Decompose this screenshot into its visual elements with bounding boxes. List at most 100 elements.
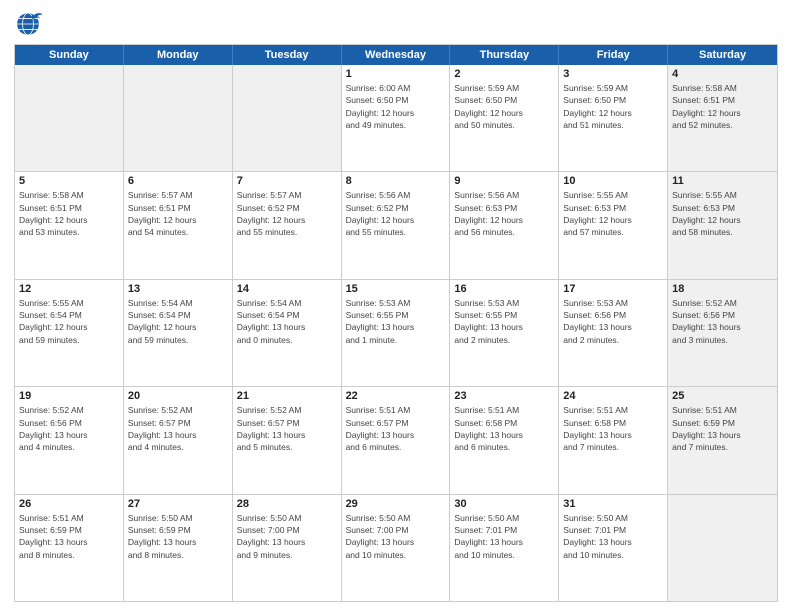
calendar-cell: 13 Sunrise: 5:54 AMSunset: 6:54 PMDayligh… [124,280,233,386]
calendar-cell: 30 Sunrise: 5:50 AMSunset: 7:01 PMDayligh… [450,495,559,601]
day-number: 21 [237,390,337,402]
calendar-cell: 20 Sunrise: 5:52 AMSunset: 6:57 PMDayligh… [124,387,233,493]
day-number: 18 [672,283,773,295]
day-number: 3 [563,68,663,80]
calendar-cell: 24 Sunrise: 5:51 AMSunset: 6:58 PMDayligh… [559,387,668,493]
day-info: Sunrise: 5:53 AMSunset: 6:55 PMDaylight:… [454,297,554,346]
day-number: 13 [128,283,228,295]
calendar-cell: 11 Sunrise: 5:55 AMSunset: 6:53 PMDayligh… [668,172,777,278]
calendar-cell: 18 Sunrise: 5:52 AMSunset: 6:56 PMDayligh… [668,280,777,386]
calendar-cell [15,65,124,171]
header [14,10,778,38]
day-info: Sunrise: 5:51 AMSunset: 6:58 PMDaylight:… [563,404,663,453]
day-number: 8 [346,175,446,187]
day-info: Sunrise: 5:51 AMSunset: 6:57 PMDaylight:… [346,404,446,453]
cal-header-cell: Thursday [450,45,559,65]
day-info: Sunrise: 5:52 AMSunset: 6:56 PMDaylight:… [19,404,119,453]
calendar-cell [233,65,342,171]
calendar-cell: 31Sunrise: 5:50 AMSunset: 7:01 PMDayligh… [559,495,668,601]
calendar-cell: 1 Sunrise: 6:00 AMSunset: 6:50 PMDaylight… [342,65,451,171]
calendar-cell: 23 Sunrise: 5:51 AMSunset: 6:58 PMDayligh… [450,387,559,493]
day-number: 10 [563,175,663,187]
day-number: 19 [19,390,119,402]
day-info: Sunrise: 5:52 AMSunset: 6:56 PMDaylight:… [672,297,773,346]
day-info: Sunrise: 5:51 AMSunset: 6:58 PMDaylight:… [454,404,554,453]
calendar-cell: 21 Sunrise: 5:52 AMSunset: 6:57 PMDayligh… [233,387,342,493]
day-number: 28 [237,498,337,510]
calendar-cell: 6Sunrise: 5:57 AMSunset: 6:51 PMDaylight… [124,172,233,278]
calendar-body: 1 Sunrise: 6:00 AMSunset: 6:50 PMDaylight… [15,65,777,601]
day-number: 4 [672,68,773,80]
day-number: 17 [563,283,663,295]
day-info: Sunrise: 5:53 AMSunset: 6:55 PMDaylight:… [346,297,446,346]
calendar-cell: 4 Sunrise: 5:58 AMSunset: 6:51 PMDaylight… [668,65,777,171]
calendar-cell: 2 Sunrise: 5:59 AMSunset: 6:50 PMDaylight… [450,65,559,171]
calendar-row: 5Sunrise: 5:58 AMSunset: 6:51 PMDaylight… [15,172,777,279]
calendar-cell: 14 Sunrise: 5:54 AMSunset: 6:54 PMDayligh… [233,280,342,386]
day-info: Sunrise: 5:50 AMSunset: 7:01 PMDaylight:… [454,512,554,561]
calendar-cell: 7 Sunrise: 5:57 AMSunset: 6:52 PMDaylight… [233,172,342,278]
logo-icon [14,10,42,38]
calendar-row: 19 Sunrise: 5:52 AMSunset: 6:56 PMDayligh… [15,387,777,494]
calendar-cell: 17 Sunrise: 5:53 AMSunset: 6:56 PMDayligh… [559,280,668,386]
day-number: 11 [672,175,773,187]
day-number: 20 [128,390,228,402]
day-number: 24 [563,390,663,402]
calendar-cell: 12 Sunrise: 5:55 AMSunset: 6:54 PMDayligh… [15,280,124,386]
day-number: 6 [128,175,228,187]
calendar-cell [668,495,777,601]
calendar-cell: 3 Sunrise: 5:59 AMSunset: 6:50 PMDaylight… [559,65,668,171]
cal-header-cell: Friday [559,45,668,65]
day-number: 1 [346,68,446,80]
calendar-cell: 28 Sunrise: 5:50 AMSunset: 7:00 PMDayligh… [233,495,342,601]
calendar-row: 26Sunrise: 5:51 AMSunset: 6:59 PMDayligh… [15,495,777,601]
day-info: Sunrise: 5:54 AMSunset: 6:54 PMDaylight:… [128,297,228,346]
day-number: 25 [672,390,773,402]
day-info: Sunrise: 6:00 AMSunset: 6:50 PMDaylight:… [346,82,446,131]
day-number: 30 [454,498,554,510]
day-info: Sunrise: 5:59 AMSunset: 6:50 PMDaylight:… [563,82,663,131]
day-number: 15 [346,283,446,295]
day-info: Sunrise: 5:57 AMSunset: 6:52 PMDaylight:… [237,189,337,238]
day-info: Sunrise: 5:55 AMSunset: 6:54 PMDaylight:… [19,297,119,346]
calendar-cell: 19 Sunrise: 5:52 AMSunset: 6:56 PMDayligh… [15,387,124,493]
day-number: 16 [454,283,554,295]
calendar-cell: 15 Sunrise: 5:53 AMSunset: 6:55 PMDayligh… [342,280,451,386]
calendar-cell: 8Sunrise: 5:56 AMSunset: 6:52 PMDaylight… [342,172,451,278]
calendar-cell: 5Sunrise: 5:58 AMSunset: 6:51 PMDaylight… [15,172,124,278]
logo [14,10,46,38]
cal-header-cell: Saturday [668,45,777,65]
day-info: Sunrise: 5:59 AMSunset: 6:50 PMDaylight:… [454,82,554,131]
day-info: Sunrise: 5:53 AMSunset: 6:56 PMDaylight:… [563,297,663,346]
calendar-cell: 26Sunrise: 5:51 AMSunset: 6:59 PMDayligh… [15,495,124,601]
day-number: 2 [454,68,554,80]
cal-header-cell: Monday [124,45,233,65]
calendar-row: 12 Sunrise: 5:55 AMSunset: 6:54 PMDayligh… [15,280,777,387]
calendar-cell: 25 Sunrise: 5:51 AMSunset: 6:59 PMDayligh… [668,387,777,493]
day-info: Sunrise: 5:52 AMSunset: 6:57 PMDaylight:… [128,404,228,453]
day-number: 12 [19,283,119,295]
day-info: Sunrise: 5:55 AMSunset: 6:53 PMDaylight:… [563,189,663,238]
day-info: Sunrise: 5:51 AMSunset: 6:59 PMDaylight:… [672,404,773,453]
calendar-cell: 22 Sunrise: 5:51 AMSunset: 6:57 PMDayligh… [342,387,451,493]
cal-header-cell: Wednesday [342,45,451,65]
day-number: 14 [237,283,337,295]
calendar-row: 1 Sunrise: 6:00 AMSunset: 6:50 PMDaylight… [15,65,777,172]
day-info: Sunrise: 5:50 AMSunset: 7:00 PMDaylight:… [237,512,337,561]
cal-header-cell: Sunday [15,45,124,65]
day-number: 29 [346,498,446,510]
day-info: Sunrise: 5:55 AMSunset: 6:53 PMDaylight:… [672,189,773,238]
calendar-cell: 10 Sunrise: 5:55 AMSunset: 6:53 PMDayligh… [559,172,668,278]
day-info: Sunrise: 5:58 AMSunset: 6:51 PMDaylight:… [672,82,773,131]
calendar-cell: 29Sunrise: 5:50 AMSunset: 7:00 PMDayligh… [342,495,451,601]
day-number: 22 [346,390,446,402]
day-number: 27 [128,498,228,510]
day-info: Sunrise: 5:52 AMSunset: 6:57 PMDaylight:… [237,404,337,453]
day-number: 7 [237,175,337,187]
day-number: 23 [454,390,554,402]
day-info: Sunrise: 5:50 AMSunset: 7:01 PMDaylight:… [563,512,663,561]
day-info: Sunrise: 5:54 AMSunset: 6:54 PMDaylight:… [237,297,337,346]
calendar-cell: 27Sunrise: 5:50 AMSunset: 6:59 PMDayligh… [124,495,233,601]
day-number: 5 [19,175,119,187]
day-number: 26 [19,498,119,510]
